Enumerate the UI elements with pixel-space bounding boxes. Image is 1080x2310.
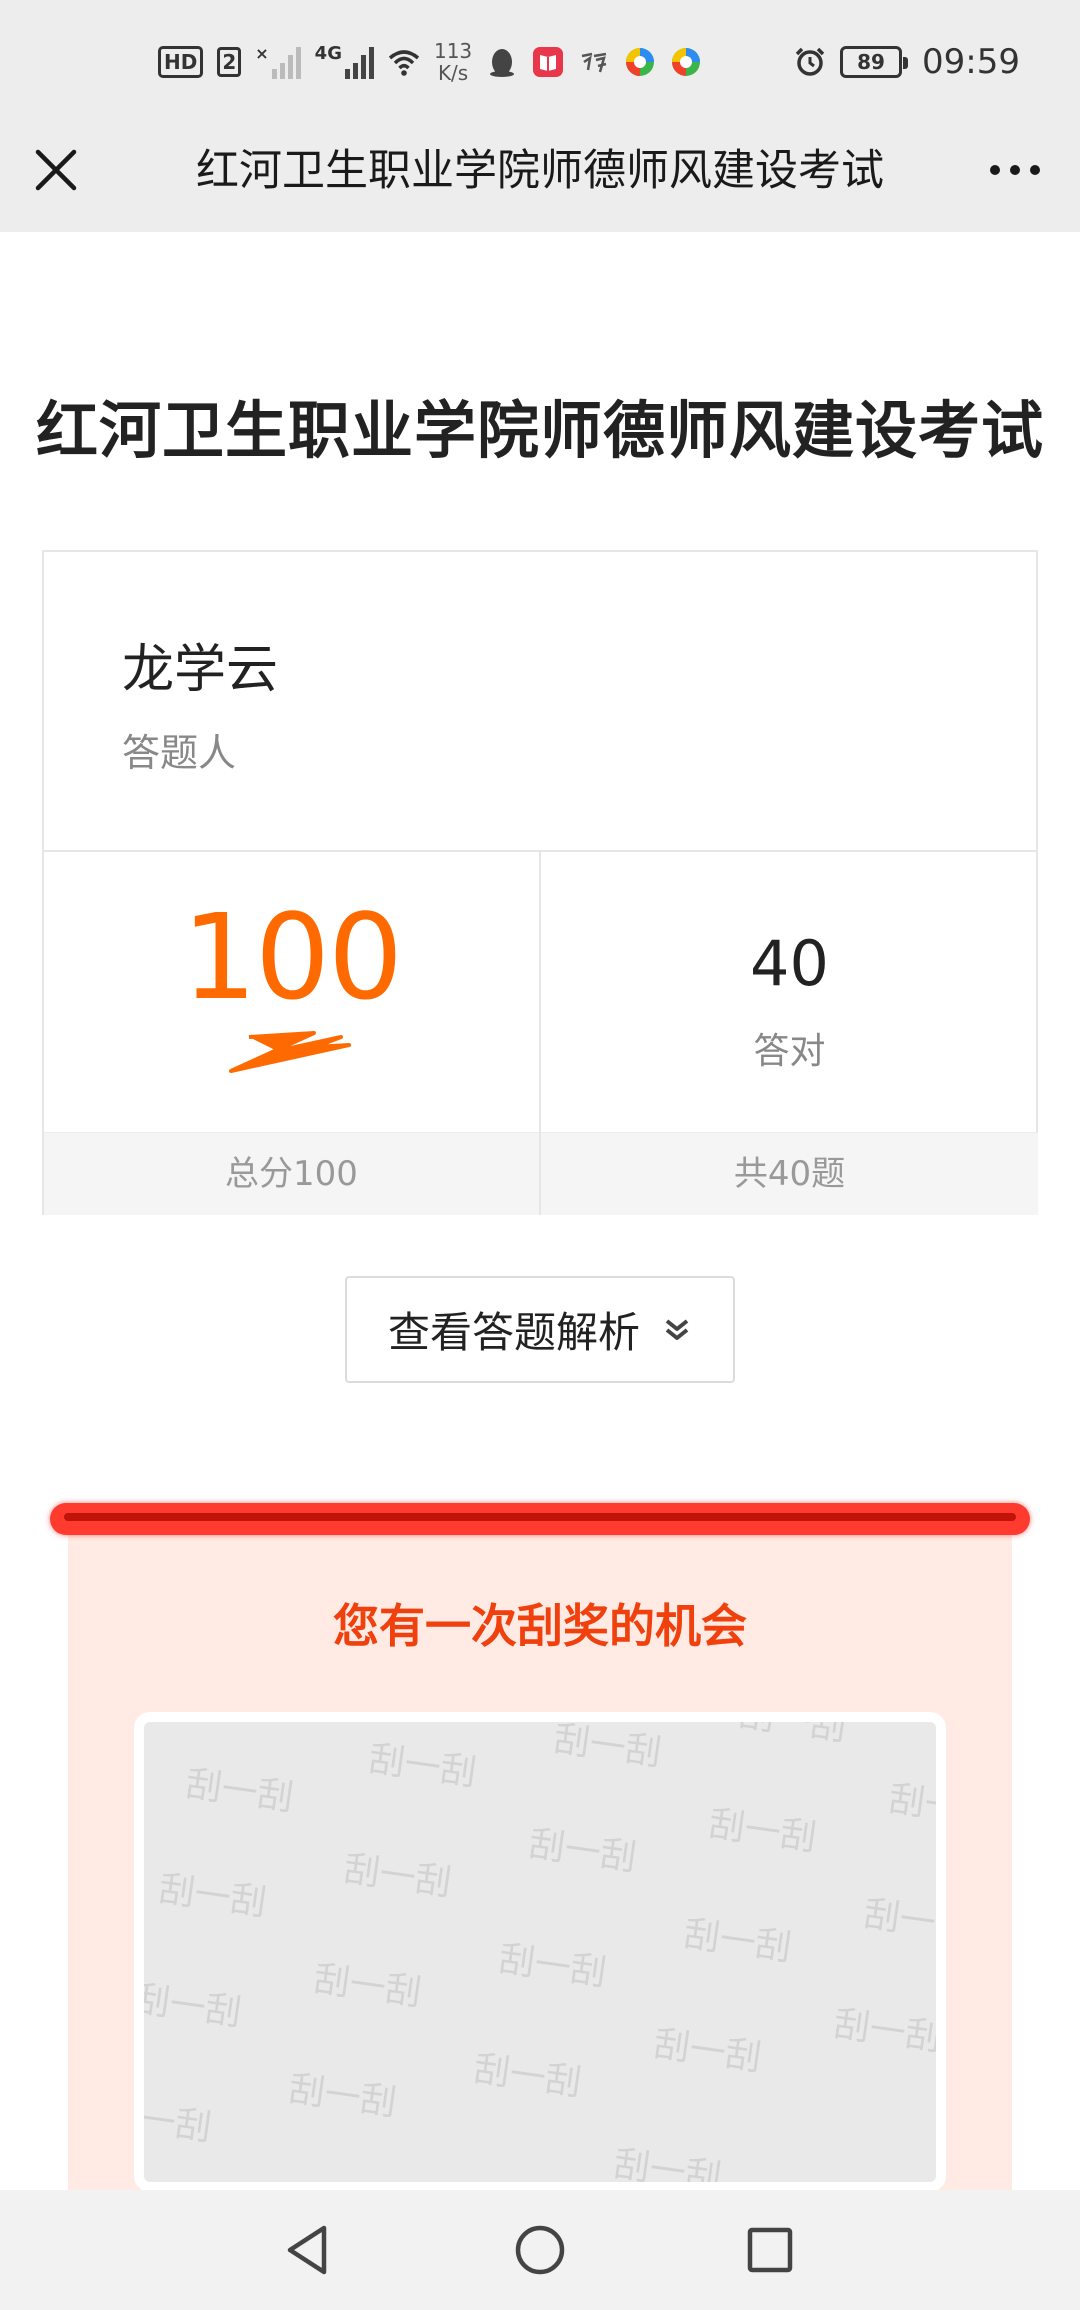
- sim-badge: 2: [217, 47, 242, 77]
- status-right: 89 09:59: [794, 34, 1020, 90]
- status-bar: HD 2 × 4G 113 K/s 89 09:59: [0, 0, 1080, 122]
- home-circle-icon: [515, 2225, 565, 2275]
- scratch-area[interactable]: 刮一刮 刮一刮 刮一刮 刮一刮 刮一刮 刮一刮 刮一刮 刮一刮 刮一刮 刮一刮 …: [134, 1712, 946, 2192]
- signal-sim1-icon: ×: [255, 45, 301, 79]
- title-bar: 红河卫生职业学院师德师风建设考试: [0, 122, 1080, 232]
- scratch-watermark: 刮一刮: [861, 1893, 946, 1950]
- status-time: 09:59: [922, 42, 1020, 82]
- scratch-watermark: 刮一刮: [886, 1778, 946, 1835]
- reader-app-icon: [533, 47, 564, 77]
- more-button[interactable]: [980, 144, 1050, 196]
- scratch-watermark: 刮一刮: [651, 2023, 764, 2080]
- status-left: HD 2 × 4G 113 K/s: [158, 34, 702, 90]
- battery-level: 89: [857, 50, 885, 74]
- view-analysis-button[interactable]: 查看答题解析: [345, 1276, 735, 1383]
- scratch-watermark: 刮一刮: [736, 1712, 849, 1750]
- more-icon: [990, 165, 1040, 175]
- network-speed: 113 K/s: [434, 40, 472, 84]
- score-cell: 100 总分100: [44, 852, 541, 1215]
- scratch-watermark: 刮一刮: [471, 2048, 584, 2105]
- page-title: 红河卫生职业学院师德师风建设考试: [35, 394, 1044, 467]
- scratch-top-bar: [50, 1503, 1030, 1535]
- examinee-label: 答题人: [122, 731, 237, 775]
- scratch-watermark: 刮一刮: [611, 2143, 724, 2192]
- scratch-watermark: 刮一刮: [183, 1763, 296, 1820]
- scratch-watermark: 刮一刮: [681, 1913, 794, 1970]
- hd-badge: HD: [158, 46, 204, 78]
- scratch-watermark: 刮一刮: [551, 1718, 664, 1775]
- signal-sim2-icon: 4G: [315, 45, 374, 79]
- chevron-double-down-icon: [665, 1318, 689, 1340]
- study-app-icon: [581, 52, 607, 73]
- recent-square-icon: [747, 2227, 793, 2273]
- scratch-watermark: 刮一刮: [134, 1978, 244, 2035]
- scratch-watermark: 刮一刮: [341, 1848, 454, 1905]
- scratch-watermark: 刮一刮: [706, 1803, 819, 1860]
- nav-recent-button[interactable]: [740, 2220, 800, 2280]
- scratch-watermark: 刮一刮: [831, 2003, 944, 2060]
- app-root: HD 2 × 4G 113 K/s 89 09:59 红河卫生职业学院师德师风建…: [0, 0, 1080, 2310]
- scratch-watermark: 刮一刮: [526, 1823, 639, 1880]
- speed-value: 113: [433, 39, 473, 63]
- window-title: 红河卫生职业学院师德师风建设考试: [196, 146, 884, 196]
- total-score: 总分100: [44, 1132, 539, 1215]
- close-icon: [35, 149, 77, 191]
- total-questions: 共40题: [541, 1132, 1038, 1215]
- back-triangle-icon: [287, 2225, 327, 2275]
- colorful-app-icon-2: [672, 48, 701, 76]
- correct-label: 答对: [753, 1031, 826, 1072]
- close-button[interactable]: [30, 144, 82, 196]
- correct-count: 40: [750, 927, 829, 1000]
- scratch-watermark: 刮一刮: [311, 1958, 424, 2015]
- speed-unit: K/s: [437, 61, 469, 85]
- qq-icon: [490, 49, 515, 77]
- system-nav-bar: [0, 2190, 1080, 2310]
- colorful-app-icon: [626, 48, 655, 76]
- scratch-watermark: 刮一刮: [496, 1938, 609, 1995]
- view-analysis-label: 查看答题解析: [387, 1308, 640, 1357]
- network-type: 4G: [314, 43, 342, 64]
- score-underline-icon: [229, 1031, 351, 1073]
- score-value: 100: [181, 888, 403, 1026]
- correct-cell: 40 答对 共40题: [541, 852, 1038, 1215]
- scratch-watermark: 刮一刮: [366, 1738, 479, 1795]
- nav-back-button[interactable]: [278, 2220, 338, 2280]
- scratch-watermark: 刮一刮: [156, 1868, 269, 1925]
- alarm-icon: [795, 47, 825, 76]
- nav-home-button[interactable]: [510, 2220, 570, 2280]
- wifi-icon: [388, 50, 420, 76]
- examinee-section: 龙学云 答题人: [44, 552, 1036, 852]
- battery-icon: 89: [840, 46, 909, 78]
- examinee-name: 龙学云: [122, 640, 279, 700]
- result-card: 龙学云 答题人 100 总分100 40 答对 共40题: [42, 550, 1038, 1215]
- scratch-watermark: 刮一刮: [134, 2093, 214, 2150]
- scratch-watermark: 刮一刮: [286, 2068, 399, 2125]
- scratch-title: 您有一次刮奖的机会: [333, 1599, 747, 1653]
